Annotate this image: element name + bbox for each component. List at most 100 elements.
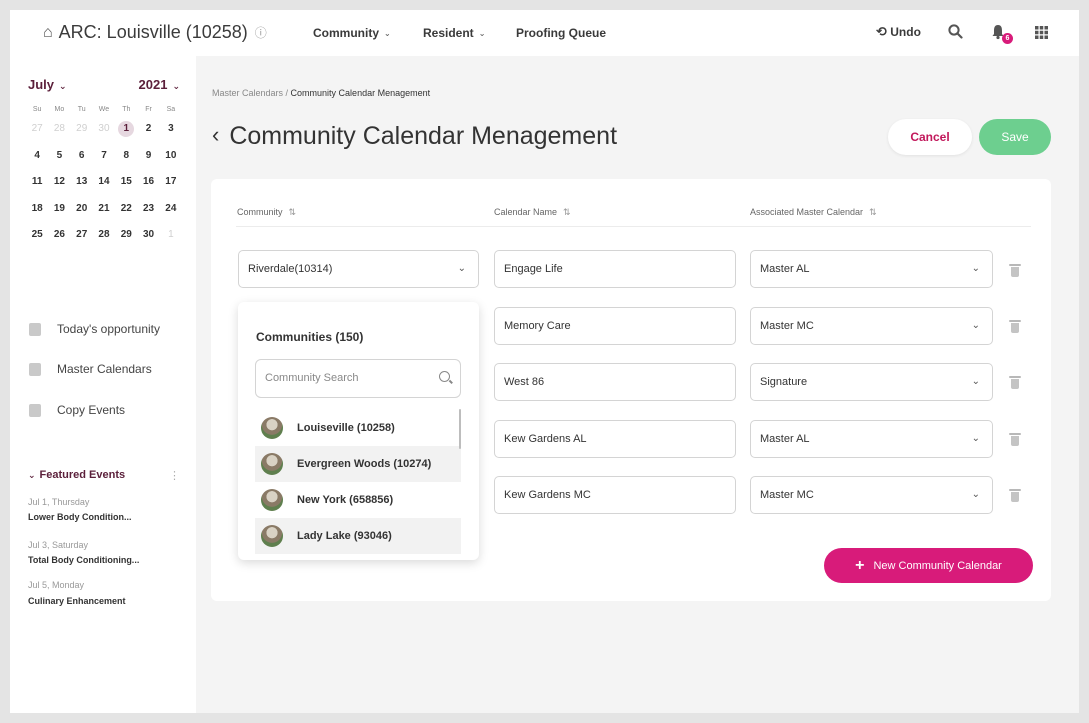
calendar-day[interactable]: 11 [26, 169, 48, 196]
calendar-day[interactable]: 30 [93, 116, 115, 143]
back-chevron-icon[interactable]: ‹ [212, 122, 219, 147]
info-icon[interactable]: ⓘ [255, 24, 267, 41]
sort-icon[interactable]: ⇅ [869, 207, 877, 217]
master-calendar-select[interactable]: Master AL ⌄ [750, 250, 993, 288]
calendar-day[interactable]: 17 [160, 169, 182, 196]
master-calendar-value: Master AL [760, 433, 810, 445]
month-select[interactable]: July ⌄ [28, 77, 67, 92]
dropdown-scrollbar[interactable] [459, 409, 461, 449]
community-select[interactable]: Riverdale(10314) ⌄ [238, 250, 479, 288]
calendar-day[interactable]: 22 [115, 196, 137, 223]
plus-icon: + [855, 556, 865, 574]
calendar-day-number: 24 [165, 202, 177, 214]
calendar-name-field[interactable]: West 86 [494, 363, 736, 401]
dropdown-option[interactable]: Louiseville (10258) [255, 410, 461, 446]
calendar-day[interactable]: 20 [71, 196, 93, 223]
calendar-day-number: 1 [168, 229, 174, 240]
calendar-day[interactable]: 12 [48, 169, 70, 196]
calendar-day[interactable]: 27 [71, 222, 93, 249]
event-name[interactable]: Culinary Enhancement [28, 596, 126, 606]
save-button[interactable]: Save [979, 119, 1051, 155]
sidebar-item-todays-opportunity[interactable]: Today's opportunity [29, 322, 160, 336]
calendar-day-number: 7 [101, 149, 107, 161]
master-calendar-select[interactable]: Master MC ⌄ [750, 307, 993, 345]
calendar-day[interactable]: 4 [26, 143, 48, 170]
calendar-day[interactable]: 13 [71, 169, 93, 196]
new-community-calendar-button[interactable]: + New Community Calendar [824, 548, 1033, 583]
calendar-day[interactable]: 29 [71, 116, 93, 143]
breadcrumb-parent[interactable]: Master Calendars [212, 88, 283, 98]
calendar-day-today[interactable]: 1 [115, 116, 137, 143]
calendar-name-field[interactable]: Engage Life [494, 250, 736, 288]
header-divider [236, 226, 1031, 227]
calendar-day[interactable]: 25 [26, 222, 48, 249]
trash-icon[interactable] [1009, 489, 1021, 502]
calendar-name-field[interactable]: Kew Gardens MC [494, 476, 736, 514]
master-calendar-select[interactable]: Master MC ⌄ [750, 476, 993, 514]
calendar-day[interactable]: 7 [93, 143, 115, 170]
calendar-day[interactable]: 5 [48, 143, 70, 170]
calendar-day[interactable]: 23 [137, 196, 159, 223]
calendar-name-field[interactable]: Memory Care [494, 307, 736, 345]
calendar-day[interactable]: 19 [48, 196, 70, 223]
cancel-button[interactable]: Cancel [888, 119, 972, 155]
calendar-day[interactable]: 18 [26, 196, 48, 223]
calendar-day[interactable]: 1 [160, 222, 182, 249]
trash-icon[interactable] [1009, 433, 1021, 446]
undo-button[interactable]: ⟲ Undo [876, 24, 921, 40]
more-options-icon[interactable]: ⋮ [169, 469, 180, 482]
dropdown-option[interactable]: Lady Lake (93046) [255, 518, 461, 554]
search-icon[interactable] [948, 24, 963, 39]
calendar-day[interactable]: 16 [137, 169, 159, 196]
calendar-day[interactable]: 6 [71, 143, 93, 170]
calendar-day[interactable]: 26 [48, 222, 70, 249]
sidebar-item-copy-events[interactable]: Copy Events [29, 403, 125, 417]
sidebar-item-master-calendars[interactable]: Master Calendars [29, 362, 152, 376]
home-icon[interactable]: ⌂ [43, 24, 53, 42]
calendar-day[interactable]: 3 [160, 116, 182, 143]
sort-icon[interactable]: ⇅ [289, 207, 297, 217]
apps-grid-icon[interactable] [1035, 26, 1048, 39]
calendar-day[interactable]: 15 [115, 169, 137, 196]
calendar-day[interactable]: 28 [93, 222, 115, 249]
calendar-day[interactable]: 27 [26, 116, 48, 143]
chevron-down-icon: ⌄ [172, 81, 180, 91]
calendar-day[interactable]: 29 [115, 222, 137, 249]
column-header-community[interactable]: Community ⇅ [237, 207, 296, 218]
nav-community[interactable]: Community ⌄ [313, 26, 391, 40]
nav-proofing-queue[interactable]: Proofing Queue [516, 26, 606, 40]
sort-icon[interactable]: ⇅ [563, 207, 571, 217]
year-select[interactable]: 2021 ⌄ [139, 77, 180, 92]
calendar-day[interactable]: 21 [93, 196, 115, 223]
calendar-day-number: 1 [118, 121, 135, 137]
calendar-day[interactable]: 30 [137, 222, 159, 249]
master-calendar-select[interactable]: Master AL ⌄ [750, 420, 993, 458]
calendar-day[interactable]: 10 [160, 143, 182, 170]
featured-events-header[interactable]: ⌄ Featured Events ⋮ [28, 469, 180, 482]
dropdown-option[interactable]: Evergreen Woods (10274) [255, 446, 461, 482]
dropdown-option[interactable]: New York (658856) [255, 482, 461, 518]
calendar-name-field[interactable]: Kew Gardens AL [494, 420, 736, 458]
community-search-input[interactable]: Community Search [255, 359, 461, 398]
event-name[interactable]: Total Body Conditioning... [28, 555, 139, 565]
event-name[interactable]: Lower Body Condition... [28, 512, 132, 522]
column-header-calendar-name[interactable]: Calendar Name ⇅ [494, 207, 571, 218]
event-date: Jul 3, Saturday [28, 540, 89, 550]
calendar-day[interactable]: 14 [93, 169, 115, 196]
calendar-day-number: 23 [143, 202, 155, 214]
app-title[interactable]: ⌂ ARC: Louisville (10258) ⓘ [43, 22, 267, 43]
trash-icon[interactable] [1009, 320, 1021, 333]
trash-icon[interactable] [1009, 264, 1021, 277]
trash-icon[interactable] [1009, 376, 1021, 389]
calendar-day[interactable]: 24 [160, 196, 182, 223]
calendar-day-number: 6 [78, 149, 85, 161]
master-calendar-value: Master MC [760, 489, 814, 501]
master-calendar-select[interactable]: Signature ⌄ [750, 363, 993, 401]
calendar-day[interactable]: 2 [137, 116, 159, 143]
calendar-day[interactable]: 28 [48, 116, 70, 143]
column-header-master-calendar[interactable]: Associated Master Calendar ⇅ [750, 207, 877, 218]
nav-resident[interactable]: Resident ⌄ [423, 26, 485, 40]
calendar-day[interactable]: 9 [137, 143, 159, 170]
search-icon [439, 371, 450, 382]
calendar-day[interactable]: 8 [115, 143, 137, 170]
